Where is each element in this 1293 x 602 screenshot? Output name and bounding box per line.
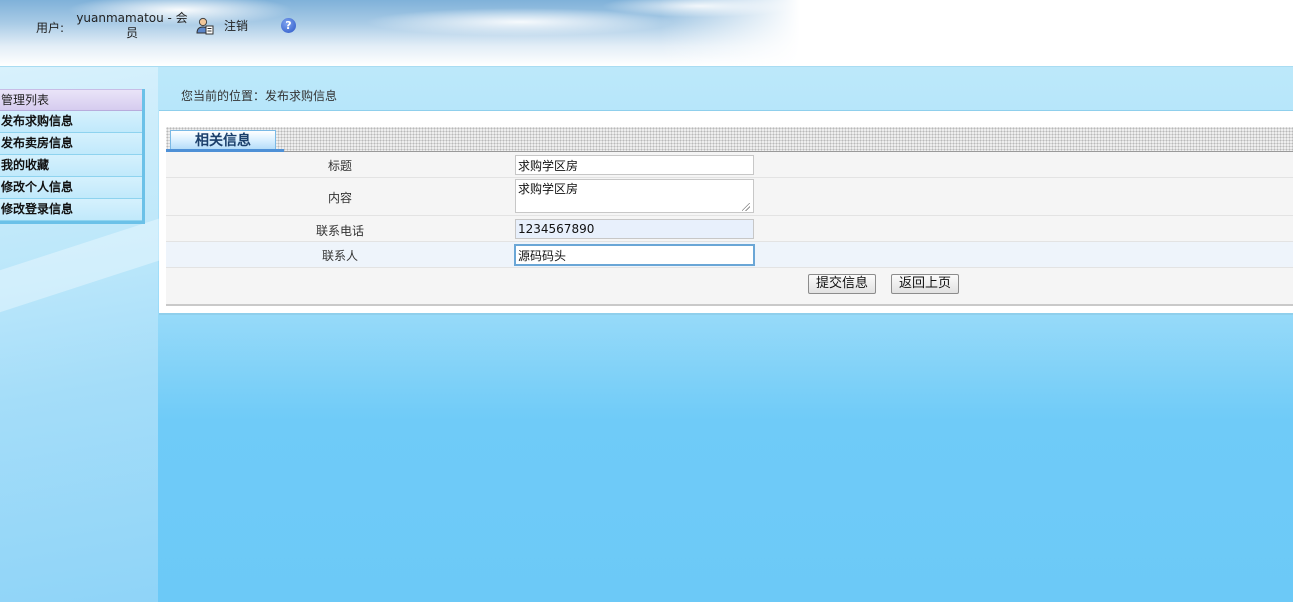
sidebar-item-post-sale[interactable]: 发布卖房信息 [0, 133, 142, 155]
contact-input[interactable] [514, 244, 755, 266]
user-name: yuanmamatou - 会员 [76, 11, 188, 40]
phone-input[interactable] [515, 219, 754, 239]
form-row-title: 标题 [166, 152, 1293, 178]
post-wanted-form: 标题 内容 求购学区房 联系电话 联系人 提交信息 返回上页 [166, 152, 1293, 306]
contact-label: 联系人 [321, 249, 358, 263]
sidebar-item-post-wanted[interactable]: 发布求购信息 [0, 111, 142, 133]
content-label: 内容 [327, 191, 352, 205]
form-row-content: 内容 求购学区房 [166, 178, 1293, 216]
sidebar-item-edit-login[interactable]: 修改登录信息 [0, 199, 142, 221]
sidebar-item-edit-profile[interactable]: 修改个人信息 [0, 177, 142, 199]
user-label: 用户: [36, 21, 65, 35]
form-row-contact: 联系人 [166, 242, 1293, 268]
sidebar-menu: 管理列表 发布求购信息 发布卖房信息 我的收藏 修改个人信息 修改登录信息 [0, 89, 145, 224]
submit-button[interactable]: 提交信息 [808, 274, 877, 294]
title-input[interactable] [515, 155, 754, 175]
form-row-phone: 联系电话 [166, 216, 1293, 242]
title-label: 标题 [327, 159, 352, 173]
logout-link[interactable]: 注销 [224, 17, 248, 34]
content-textarea[interactable]: 求购学区房 [515, 179, 754, 213]
sidebar-title: 管理列表 [0, 89, 142, 111]
back-button[interactable]: 返回上页 [891, 274, 960, 294]
phone-label: 联系电话 [315, 224, 364, 238]
tab-bar: 相关信息 [166, 127, 1293, 153]
resize-grip-icon[interactable] [742, 203, 750, 211]
breadcrumb: 您当前的位置：发布求购信息 [181, 89, 338, 103]
content-textarea-wrap: 求购学区房 [515, 179, 754, 213]
top-header: 用户: yuanmamatou - 会员 注销 ? [0, 0, 1293, 67]
main-panel: 相关信息 标题 内容 求购学区房 联系电话 联系人 提交信息 返回上页 [159, 110, 1293, 315]
sidebar-item-favorites[interactable]: 我的收藏 [0, 155, 142, 177]
user-icon [196, 17, 214, 35]
help-icon[interactable]: ? [281, 18, 296, 33]
